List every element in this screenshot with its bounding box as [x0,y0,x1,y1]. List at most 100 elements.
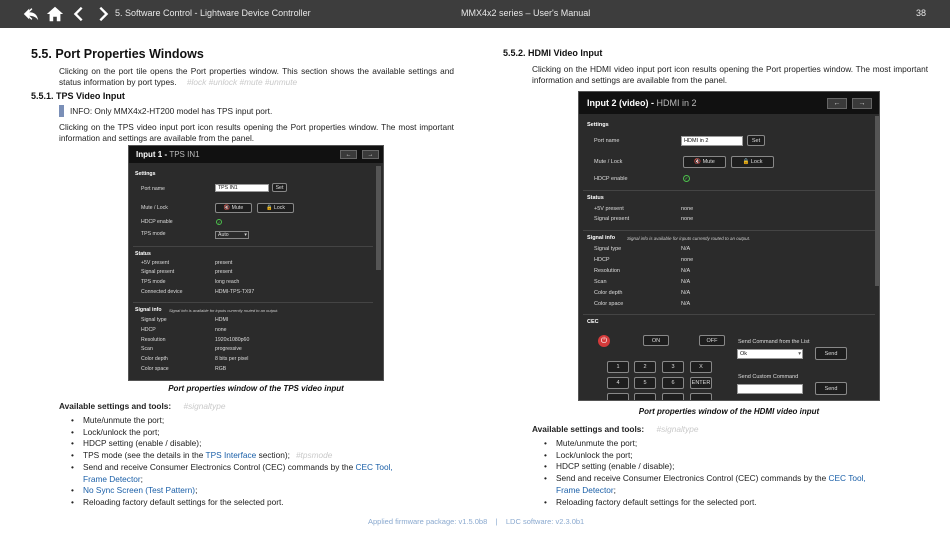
hdcp-check-icon[interactable]: ✓ [683,175,690,182]
list-item: HDCP setting (enable / disable); [532,461,932,473]
status-device-label: Connected device [141,289,183,295]
signal-info-note: Signal info is available for inputs curr… [627,236,751,241]
footer-version: Applied firmware package: v1.5.0b8 | LDC… [368,517,585,526]
hdcp-status-value: none [681,257,694,263]
resolution-label: Resolution [594,268,620,274]
list-item: Frame Detector; [556,484,616,495]
hdmi-port-properties-window: Input 2 (video) - HDMI in 2 ← → Settings… [578,91,880,401]
status-5v-value: none [681,206,694,212]
signal-type-value: HDMI [215,317,229,323]
mute-button[interactable]: 🔇 Mute [215,203,252,213]
cec-tool-link[interactable]: CEC Tool, [356,462,393,472]
scan-label: Scan [594,279,607,285]
signal-info-note: Signal info is available for inputs curr… [169,308,279,313]
scrollbar[interactable] [376,166,381,270]
back-all-icon[interactable] [22,5,40,23]
status-signal-label: Signal present [141,269,175,275]
next-port-button[interactable]: → [852,98,872,109]
list-item: Lock/unlock the port; [59,427,459,439]
frame-detector-link[interactable]: Frame Detector [556,485,614,495]
signal-type-value: N/A [681,246,691,252]
power-icon[interactable]: ⏻ [598,335,610,347]
keypad-key[interactable]: 1 [607,361,629,373]
keypad-key[interactable]: X [690,361,712,373]
subsection-title-tps: 5.5.1. TPS Video Input [31,91,125,101]
status-signal-value: none [681,216,694,222]
port-name-input[interactable]: TPS IN1 [215,184,269,192]
port-name-input[interactable]: HDMI in 2 [681,136,743,146]
list-item: TPS mode (see the details in the TPS Int… [59,450,459,462]
cec-label: CEC [587,319,599,325]
send-custom-button[interactable]: Send [815,382,847,395]
cec-off-button[interactable]: OFF [699,335,725,346]
set-button[interactable]: Set [272,183,287,192]
cec-tool-link[interactable]: CEC Tool, [829,473,866,483]
next-port-button[interactable]: → [362,150,379,159]
frame-detector-link[interactable]: Frame Detector [83,474,141,484]
resolution-value: 1920x1080p60 [215,337,250,343]
mute-button[interactable]: 🔇 Mute [683,156,726,168]
list-item: Frame Detector; [83,473,143,484]
keypad-key[interactable]: 2 [634,361,656,373]
custom-command-input[interactable] [737,384,803,394]
list-item: Mute/unmute the port; [59,415,459,427]
home-icon[interactable] [46,5,64,23]
chapter-title[interactable]: 5. Software Control - Lightware Device C… [115,8,311,18]
tps-interface-link[interactable]: TPS Interface [206,450,257,460]
mute-icon: 🔇 [694,159,703,165]
status-signal-value: present [215,269,233,275]
list-item: Reloading factory default settings for t… [59,497,459,509]
send-list-button[interactable]: Send [815,347,847,360]
divider [133,246,373,247]
set-button[interactable]: Set [747,135,765,146]
signal-info-label: Signal info [587,235,616,241]
hdcp-status-label: HDCP [594,257,610,263]
mute-lock-label: Mute / Lock [141,205,168,211]
hdcp-check-icon[interactable]: ✓ [216,219,222,225]
keypad-key[interactable]: 3 [662,361,684,373]
lock-icon: 🔒 [742,159,751,165]
available-settings-left: Available settings and tools: #signaltyp… [59,401,226,411]
prev-port-button[interactable]: ← [340,150,357,159]
no-sync-screen-link[interactable]: No Sync Screen (Test Pattern) [83,485,195,495]
keypad-key[interactable] [662,393,684,400]
scrollbar[interactable] [875,116,879,286]
color-space-value: RGB [215,366,227,372]
keypad-key[interactable]: 6 [662,377,684,389]
keypad-key[interactable]: 4 [607,377,629,389]
prev-icon[interactable] [70,5,88,23]
subsection-title-hdmi: 5.5.2. HDMI Video Input [503,48,603,58]
tps-caption: Port properties window of the TPS video … [168,384,344,393]
section-title: 5.5. Port Properties Windows [31,47,204,61]
prev-port-button[interactable]: ← [827,98,847,109]
hdmi-paragraph: Clicking on the HDMI video input port ic… [532,64,928,85]
list-item: Send and receive Consumer Electronics Co… [59,462,459,474]
settings-label: Settings [587,122,609,128]
lock-button[interactable]: 🔒 Lock [257,203,294,213]
next-icon[interactable] [94,5,112,23]
keypad-key[interactable] [607,393,629,400]
list-item: HDCP setting (enable / disable); [59,438,459,450]
keypad-key[interactable] [690,393,712,400]
divider [133,302,373,303]
divider [583,190,875,191]
status-device-value: HDMI-TPS-TX97 [215,289,255,295]
color-space-label: Color space [141,366,169,372]
info-note: INFO: Only MMX4x2-HT200 model has TPS in… [59,105,272,117]
lock-button[interactable]: 🔒 Lock [731,156,774,168]
divider [583,314,875,315]
color-depth-value: N/A [681,290,691,296]
command-select[interactable]: Ok ▾ [737,349,803,359]
keypad-key[interactable]: ENTER [690,377,712,389]
keypad-key[interactable]: 5 [634,377,656,389]
list-item: Mute/unmute the port; [532,438,932,450]
signal-type-label: Signal type [594,246,622,252]
color-space-value: N/A [681,301,691,307]
cec-on-button[interactable]: ON [643,335,669,346]
chevron-down-icon: ▾ [798,351,801,357]
list-item: Reloading factory default settings for t… [532,497,932,509]
tps-mode-select[interactable]: Auto ▾ [215,231,249,239]
tps-port-properties-window: Input 1 - TPS IN1 ← → Settings Port name… [128,145,384,381]
tps-paragraph: Clicking on the TPS video input port ico… [59,122,454,143]
keypad-key[interactable] [634,393,656,400]
